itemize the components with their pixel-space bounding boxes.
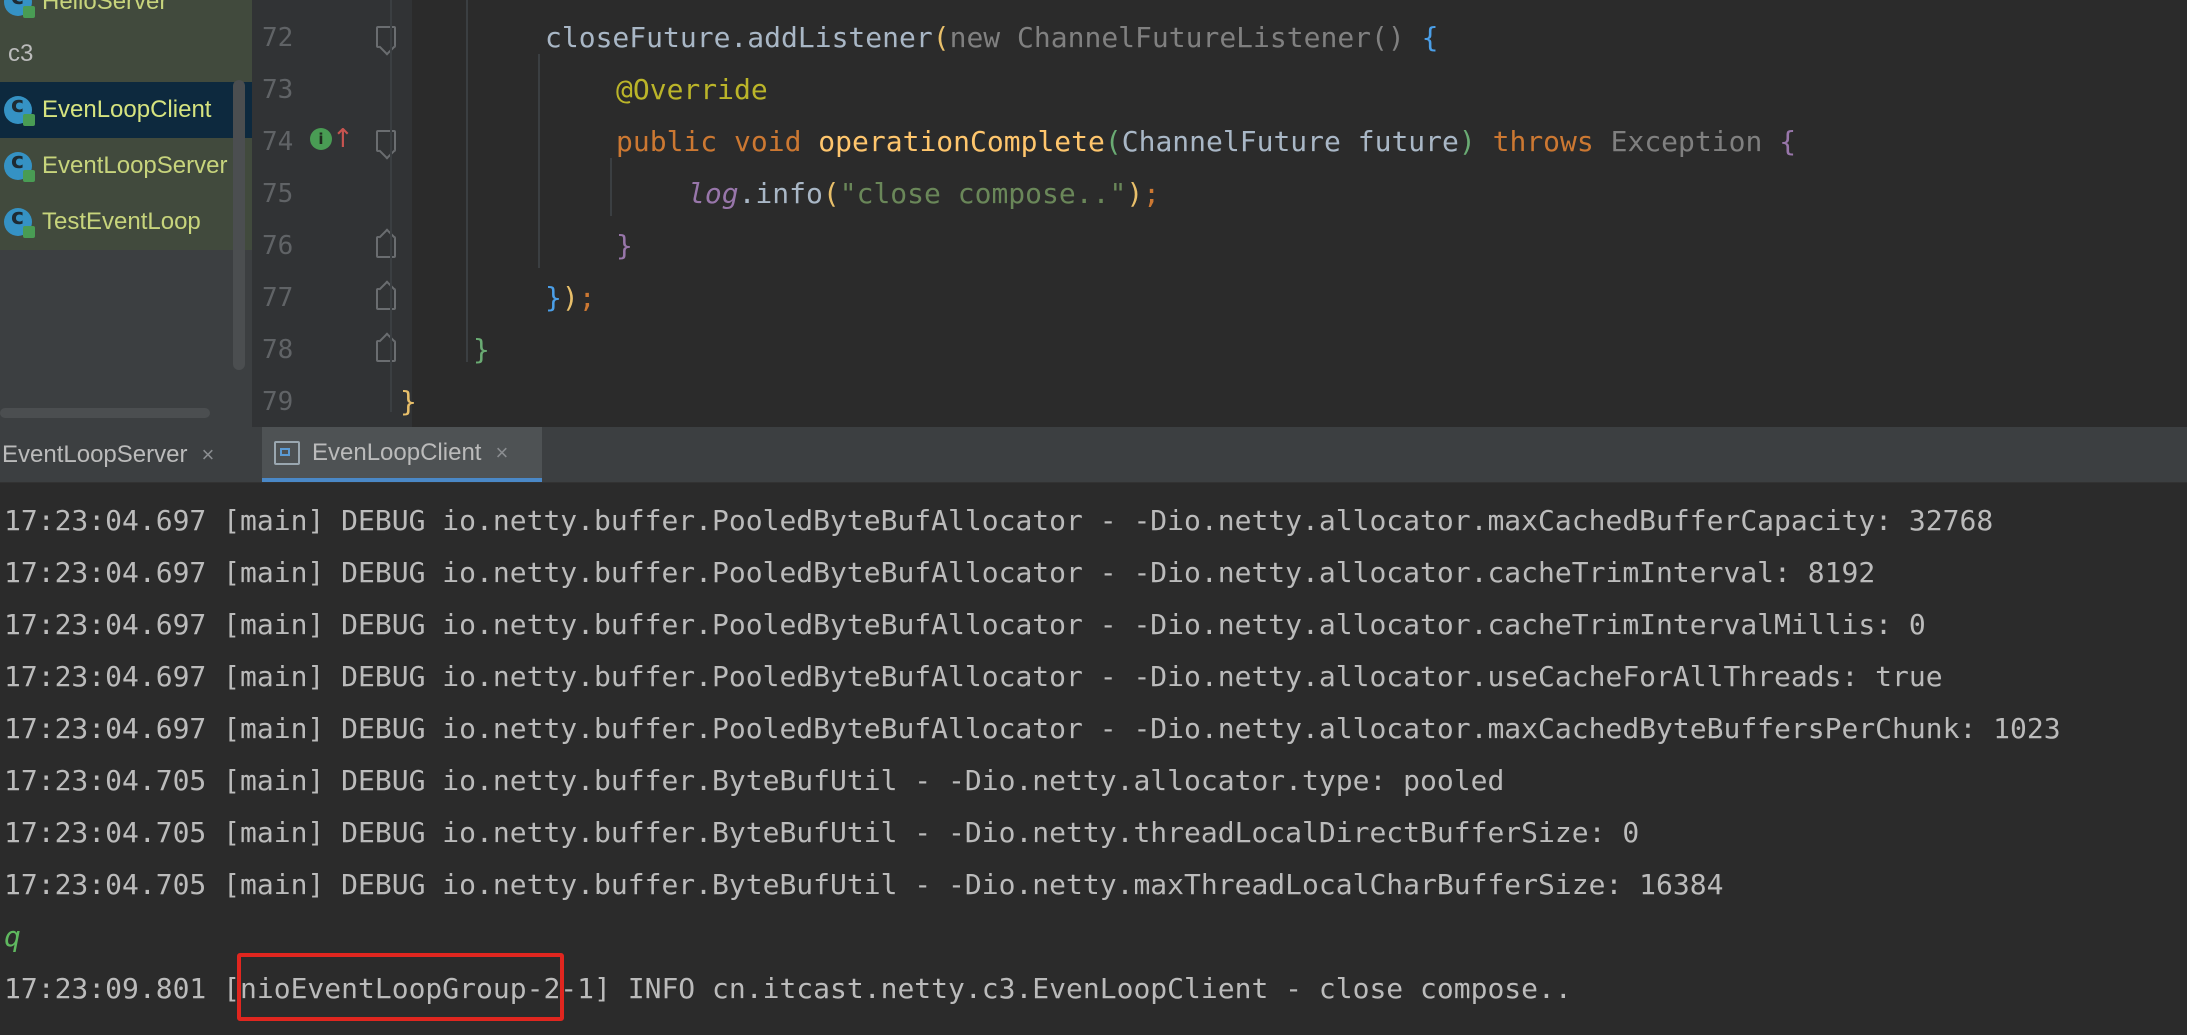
- console-line: 17:23:04.697 [main] DEBUG io.netty.buffe…: [4, 556, 1876, 589]
- thread-name-highlight: [237, 953, 564, 1021]
- line-number: 72: [262, 23, 294, 53]
- code-line-78[interactable]: }: [473, 324, 490, 376]
- console-input-echo: q: [4, 920, 21, 953]
- tab-eventloopserver[interactable]: EventLoopServer ×: [0, 427, 236, 482]
- class-icon: [4, 149, 35, 182]
- line-number: 75: [262, 179, 294, 209]
- run-tool-window-tabs: EventLoopServer × EvenLoopClient ×: [0, 427, 2187, 483]
- tab-label: EventLoopServer: [2, 440, 188, 468]
- tree-item-evenloopclient[interactable]: EvenLoopClient: [0, 82, 252, 138]
- line-number: 79: [262, 387, 294, 417]
- console-line: 17:23:04.705 [main] DEBUG io.netty.buffe…: [4, 816, 1640, 849]
- fold-toggle-icon[interactable]: [376, 26, 396, 48]
- horizontal-scrollbar[interactable]: [0, 408, 210, 418]
- fold-toggle-icon[interactable]: [376, 236, 396, 258]
- tree-item-label: TestEventLoop: [42, 208, 201, 235]
- line-number: 73: [262, 75, 294, 105]
- class-icon: [4, 93, 35, 126]
- code-line-75[interactable]: log.info("close compose..");: [688, 168, 1160, 220]
- tree-item-eventloopserver[interactable]: EventLoopServer: [0, 138, 252, 194]
- console-line: 17:23:04.705 [main] DEBUG io.netty.buffe…: [4, 764, 1505, 797]
- class-icon: [4, 205, 35, 238]
- console-line: 17:23:04.697 [main] DEBUG io.netty.buffe…: [4, 660, 1943, 693]
- console-line: 17:23:04.697 [main] DEBUG io.netty.buffe…: [4, 504, 1994, 537]
- code-line-74[interactable]: public void operationComplete(ChannelFut…: [616, 116, 1796, 168]
- line-number: 74: [262, 127, 294, 157]
- tab-label: EvenLoopClient: [312, 438, 482, 466]
- fold-toggle-icon[interactable]: [376, 340, 396, 362]
- indent-guide: [466, 0, 468, 362]
- tree-item-package-c3[interactable]: c3: [0, 26, 252, 82]
- code-line-79[interactable]: }: [400, 376, 417, 428]
- go-to-super-method-icon[interactable]: ↑: [332, 124, 354, 154]
- code-line-72[interactable]: closeFuture.addListener(new ChannelFutur…: [545, 12, 1438, 64]
- console-icon: [274, 440, 300, 465]
- class-icon: [4, 0, 35, 18]
- fold-toggle-icon[interactable]: [376, 130, 396, 152]
- indent-guide: [538, 54, 540, 268]
- code-line-76[interactable]: }: [616, 220, 633, 272]
- close-icon[interactable]: ×: [495, 440, 508, 466]
- tree-item-testeventloop[interactable]: TestEventLoop: [0, 194, 252, 250]
- project-tree: HelloServer c3 EvenLoopClient EventLoopS…: [0, 0, 252, 427]
- tree-item-label: EvenLoopClient: [42, 96, 212, 123]
- line-number: 78: [262, 335, 294, 365]
- vertical-scrollbar[interactable]: [233, 80, 245, 370]
- code-line-77[interactable]: });: [545, 272, 596, 324]
- indent-guide: [390, 0, 392, 412]
- tree-item-label: HelloServer: [42, 0, 168, 15]
- console-line: 17:23:04.705 [main] DEBUG io.netty.buffe…: [4, 868, 1724, 901]
- line-number: 76: [262, 231, 294, 261]
- console-line: 17:23:04.697 [main] DEBUG io.netty.buffe…: [4, 608, 1926, 641]
- tree-item-label: c3: [8, 40, 34, 67]
- console-line: 17:23:04.697 [main] DEBUG io.netty.buffe…: [4, 712, 2061, 745]
- tab-evenloopclient[interactable]: EvenLoopClient ×: [262, 427, 542, 482]
- fold-toggle-icon[interactable]: [376, 288, 396, 310]
- tree-item-label: EventLoopServer: [42, 152, 228, 179]
- code-line-73[interactable]: @Override: [616, 64, 768, 116]
- close-icon[interactable]: ×: [201, 442, 214, 468]
- line-number: 77: [262, 283, 294, 313]
- indent-guide: [610, 158, 612, 216]
- implements-method-icon[interactable]: i: [310, 128, 332, 150]
